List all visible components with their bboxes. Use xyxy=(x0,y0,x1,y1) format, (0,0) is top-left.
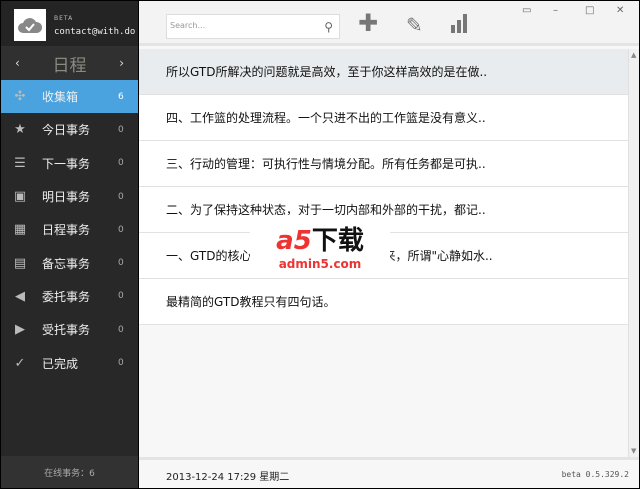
sidebar-item-count: 0 xyxy=(118,191,124,202)
watermark-logo: a5下载 admin5.com xyxy=(250,215,390,275)
add-icon[interactable]: ✚ xyxy=(358,9,378,37)
sidebar-item-count: 0 xyxy=(118,224,124,235)
receive-icon: ▶ xyxy=(15,322,25,338)
sidebar-item-label: 下一事务 xyxy=(42,156,91,171)
calendar-icon: ▦ xyxy=(13,222,27,238)
prev-arrow-icon[interactable]: ‹ xyxy=(15,56,20,70)
check-icon: ✓ xyxy=(14,355,26,371)
search-icon[interactable]: ⚲ xyxy=(324,20,333,34)
task-row[interactable]: 所以GTD所解决的问题就是高效，至于你这样高效的是在做.. xyxy=(139,49,628,95)
sidebar-item-count: 0 xyxy=(118,358,124,369)
sidebar-item[interactable]: ▶ 受托事务 0 xyxy=(1,313,138,346)
account-email[interactable]: contact@with.do xyxy=(54,27,135,37)
minimize-icon[interactable]: – xyxy=(553,5,558,16)
task-row[interactable]: 最精简的GTD教程只有四句话。 xyxy=(139,279,628,325)
star-icon: ★ xyxy=(14,122,26,138)
sidebar-item-count: 0 xyxy=(118,158,124,169)
sidebar-item-count: 0 xyxy=(118,258,124,269)
next-arrow-icon[interactable]: › xyxy=(119,56,124,70)
sidebar-item-count: 0 xyxy=(118,324,124,335)
search-placeholder: Search... xyxy=(170,21,206,30)
scroll-up-icon[interactable]: ▲ xyxy=(631,51,636,59)
cloud-logo-icon xyxy=(14,9,46,41)
sidebar-item[interactable]: ★ 今日事务 0 xyxy=(1,113,138,146)
sidebar-item-count: 0 xyxy=(118,291,124,302)
version: beta 0.5.329.2 xyxy=(561,470,629,479)
sidebar: BETA contact@with.do ‹ 日程 › ✣ 收集箱 6 ★ 今日事务 0 ☰… xyxy=(1,1,138,488)
scrollbar[interactable]: ▲ ▼ xyxy=(628,49,639,457)
sidebar-item-count: 0 xyxy=(118,124,124,135)
calendar-nav: ‹ 日程 › xyxy=(1,46,138,80)
calendar-title[interactable]: 日程 xyxy=(53,51,87,76)
sidebar-item-label: 收集箱 xyxy=(42,90,79,105)
task-row[interactable]: 三、行动的管理：可执行性与情境分配。所有任务都是可执.. xyxy=(139,141,628,187)
sidebar-item-label: 受托事务 xyxy=(42,323,91,338)
account-header: BETA contact@with.do xyxy=(1,1,138,46)
puzzle-icon: ✣ xyxy=(14,89,26,105)
close-icon[interactable]: ✕ xyxy=(616,5,624,16)
calendar-next-icon: ▣ xyxy=(13,189,27,205)
sidebar-item-count: 6 xyxy=(118,91,124,102)
sidebar-item[interactable]: ☰ 下一事务 0 xyxy=(1,147,138,180)
sidebar-item-label: 明日事务 xyxy=(42,190,91,205)
list-icon: ☰ xyxy=(14,155,26,171)
beta-label: BETA xyxy=(54,15,74,22)
sidebar-item[interactable]: ◀ 委托事务 0 xyxy=(1,280,138,313)
maximize-icon[interactable]: □ xyxy=(585,5,594,16)
task-list: 所以GTD所解决的问题就是高效，至于你这样高效的是在做.. 四、工作篮的处理流程。… xyxy=(139,49,628,325)
online-count: 在线事务：6 xyxy=(1,456,138,488)
sidebar-item[interactable]: ▤ 备忘事务 0 xyxy=(1,246,138,279)
sidebar-item[interactable]: ▣ 明日事务 0 xyxy=(1,180,138,213)
stats-chart-icon[interactable] xyxy=(451,13,469,38)
sidebar-item-label: 备忘事务 xyxy=(42,256,91,271)
task-row[interactable]: 四、工作篮的处理流程。一个只进不出的工作篮是没有意义.. xyxy=(139,95,628,141)
sidebar-item-label: 日程事务 xyxy=(42,223,91,238)
sidebar-item-label: 委托事务 xyxy=(42,289,91,304)
memo-icon: ▤ xyxy=(13,255,27,271)
send-icon: ◀ xyxy=(15,288,25,304)
mini-mode-icon[interactable]: ▭ xyxy=(522,5,531,16)
search-input[interactable]: Search... ⚲ xyxy=(166,14,340,39)
status-bar: 2013-12-24 17:29 星期二 beta 0.5.329.2 xyxy=(139,457,639,488)
sidebar-item[interactable]: ✣ 收集箱 6 xyxy=(1,80,138,114)
sidebar-item-label: 今日事务 xyxy=(42,123,91,138)
edit-pencil-icon[interactable]: ✎ xyxy=(406,13,423,37)
sidebar-item-label: 已完成 xyxy=(42,356,79,371)
sidebar-item[interactable]: ✓ 已完成 0 xyxy=(1,346,138,379)
sidebar-item[interactable]: ▦ 日程事务 0 xyxy=(1,213,138,246)
toolbar: Search... ⚲ ✚ ✎ ▭ – □ ✕ xyxy=(139,1,639,46)
scroll-down-icon[interactable]: ▼ xyxy=(631,447,636,455)
datetime: 2013-12-24 17:29 星期二 xyxy=(166,472,290,483)
